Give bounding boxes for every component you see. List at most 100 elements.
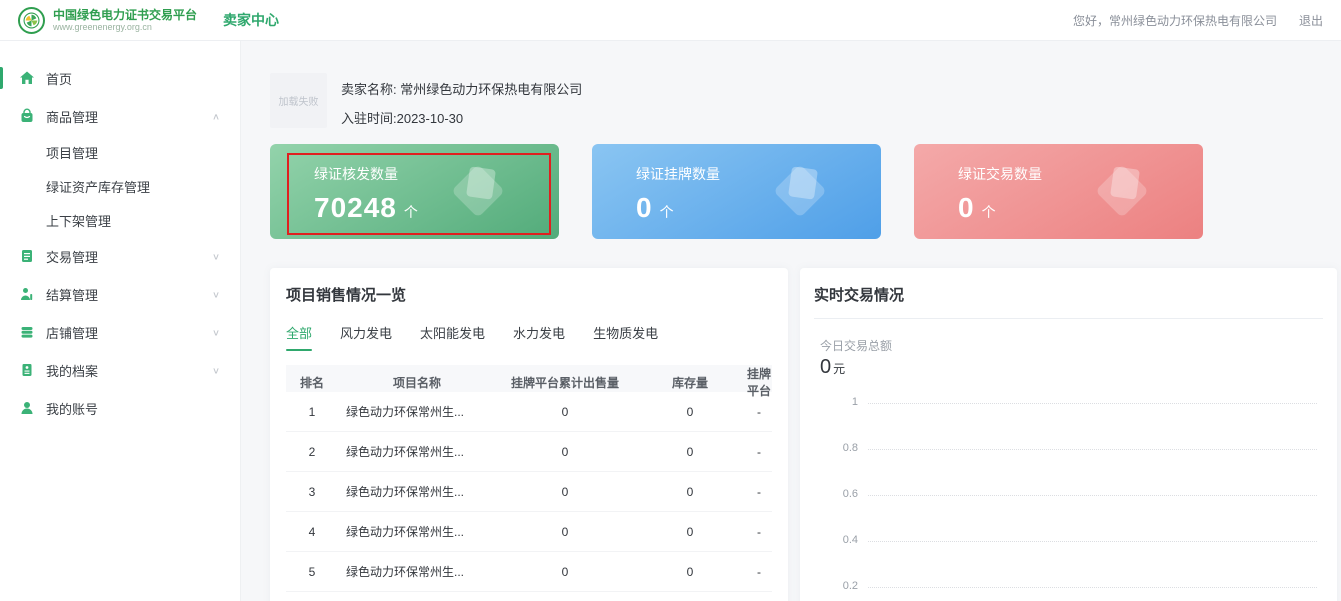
today-total-unit: 元 <box>833 360 845 377</box>
stat-card-certificates-listed[interactable]: 绿证挂牌数量 0 个 <box>592 144 881 239</box>
sidebar-item-settlement-mgmt[interactable]: 结算管理 ∨ <box>0 275 240 313</box>
sidebar-item-label: 项目管理 <box>46 143 98 162</box>
tab-biomass[interactable]: 生物质发电 <box>593 323 658 351</box>
col-header-project-name: 项目名称 <box>338 374 496 391</box>
trade-panel-title: 实时交易情况 <box>814 284 1323 305</box>
stat-card-value: 70248 <box>314 192 397 224</box>
tab-wind[interactable]: 风力发电 <box>340 323 392 351</box>
stat-card-value: 0 <box>958 192 975 224</box>
listing-3d-icon <box>771 162 829 220</box>
gridline <box>868 587 1317 588</box>
main-content: 加载失败 卖家名称: 常州绿色动力环保热电有限公司 入驻时间:2023-10-3… <box>241 41 1341 601</box>
cell-stock: 0 <box>634 485 746 499</box>
cell-rank: 2 <box>286 445 338 459</box>
stat-card-value: 0 <box>636 192 653 224</box>
cell-project-name: 绿色动力环保常州生... <box>338 483 496 500</box>
cell-project-name: 绿色动力环保常州生... <box>338 443 496 460</box>
stat-card-unit: 个 <box>982 202 996 222</box>
stat-card-label: 绿证挂牌数量 <box>636 164 881 184</box>
table-header-row: 排名 项目名称 挂牌平台累计出售量 库存量 挂牌平台 <box>286 365 772 392</box>
stat-card-certificates-issued[interactable]: 绿证核发数量 70248 个 <box>270 144 559 239</box>
top-header: 中国绿色电力证书交易平台 www.greenenergy.org.cn 卖家中心… <box>0 0 1341 41</box>
today-total-label: 今日交易总额 <box>814 337 1323 354</box>
col-header-sold: 挂牌平台累计出售量 <box>496 374 634 391</box>
cell-platform: - <box>746 445 772 459</box>
table-row: 4 绿色动力环保常州生... 0 0 - <box>286 512 772 552</box>
cell-sold: 0 <box>496 445 634 459</box>
cell-sold: 0 <box>496 485 634 499</box>
active-indicator <box>0 67 3 89</box>
user-icon <box>19 400 35 416</box>
user-greeting: 您好，常州绿色动力环保热电有限公司 <box>1073 12 1277 29</box>
gridline <box>868 449 1317 450</box>
sidebar-item-trade-mgmt[interactable]: 交易管理 ∨ <box>0 237 240 275</box>
logout-link[interactable]: 退出 <box>1299 12 1323 29</box>
platform-url: www.greenenergy.org.cn <box>53 22 197 33</box>
platform-logo: 中国绿色电力证书交易平台 www.greenenergy.org.cn <box>18 7 197 34</box>
table-row: 2 绿色动力环保常州生... 0 0 - <box>286 432 772 472</box>
chevron-down-icon: ∨ <box>212 327 220 337</box>
y-axis-tick: 0.6 <box>820 488 868 534</box>
y-axis-tick: 0.4 <box>820 534 868 580</box>
sidebar-item-label: 交易管理 <box>46 247 98 266</box>
tab-solar[interactable]: 太阳能发电 <box>420 323 485 351</box>
stat-card-unit: 个 <box>660 202 674 222</box>
gridline <box>868 495 1317 496</box>
bag-icon <box>19 108 35 124</box>
chevron-down-icon: ∨ <box>212 251 220 261</box>
stat-card-certificates-traded[interactable]: 绿证交易数量 0 个 <box>914 144 1203 239</box>
sidebar-item-shop-mgmt[interactable]: 店铺管理 ∨ <box>0 313 240 351</box>
seller-avatar-broken-image: 加载失败 <box>270 73 327 128</box>
seller-center-label: 卖家中心 <box>223 10 279 30</box>
sidebar-item-home[interactable]: 首页 <box>0 59 240 97</box>
y-axis-tick: 0.2 <box>820 580 868 601</box>
person-chart-icon <box>19 286 35 302</box>
realtime-trade-chart: 1 0.8 0.6 0.4 <box>814 403 1323 601</box>
col-header-rank: 排名 <box>286 374 338 391</box>
sidebar-item-listing-mgmt[interactable]: 上下架管理 <box>0 203 240 237</box>
trade-3d-icon <box>1093 162 1151 220</box>
gridline <box>868 403 1317 404</box>
cell-rank: 5 <box>286 565 338 579</box>
cell-stock: 0 <box>634 445 746 459</box>
archive-card-icon <box>19 362 35 378</box>
divider <box>814 318 1323 319</box>
y-axis-tick: 0.8 <box>820 442 868 488</box>
sidebar-item-products[interactable]: 商品管理 ∧ <box>0 97 240 135</box>
today-total-value: 0 <box>820 356 831 379</box>
sidebar-item-my-archive[interactable]: 我的档案 ∨ <box>0 351 240 389</box>
sidebar-nav: 首页 商品管理 ∧ 项目管理 绿证资产库存管理 上下架管理 <box>0 41 241 601</box>
seller-info-section: 加载失败 卖家名称: 常州绿色动力环保热电有限公司 入驻时间:2023-10-3… <box>270 73 1337 128</box>
gridline <box>868 541 1317 542</box>
sidebar-item-label: 店铺管理 <box>46 323 98 342</box>
cell-stock: 0 <box>634 525 746 539</box>
table-row: 3 绿色动力环保常州生... 0 0 - <box>286 472 772 512</box>
sidebar-item-project-mgmt[interactable]: 项目管理 <box>0 135 240 169</box>
sidebar-item-my-account[interactable]: 我的账号 <box>0 389 240 427</box>
stat-cards-row: 绿证核发数量 70248 个 绿证挂牌数量 0 个 <box>270 144 1337 239</box>
cell-project-name: 绿色动力环保常州生... <box>338 523 496 540</box>
sidebar-item-label: 我的档案 <box>46 361 98 380</box>
cell-rank: 1 <box>286 405 338 419</box>
table-row: 5 绿色动力环保常州生... 0 0 - <box>286 552 772 592</box>
cell-sold: 0 <box>496 525 634 539</box>
cell-platform: - <box>746 565 772 579</box>
energy-type-tabs: 全部 风力发电 太阳能发电 水力发电 生物质发电 <box>286 323 772 351</box>
sidebar-item-label: 上下架管理 <box>46 211 111 230</box>
seller-join-date: 入驻时间:2023-10-30 <box>341 108 582 127</box>
cell-stock: 0 <box>634 405 746 419</box>
col-header-stock: 库存量 <box>634 374 746 391</box>
sidebar-item-label: 商品管理 <box>46 107 98 126</box>
sidebar-item-cert-inventory[interactable]: 绿证资产库存管理 <box>0 169 240 203</box>
sales-panel-title: 项目销售情况一览 <box>286 284 772 305</box>
sidebar-item-label: 结算管理 <box>46 285 98 304</box>
tab-all[interactable]: 全部 <box>286 323 312 351</box>
stat-card-unit: 个 <box>404 202 418 222</box>
cell-platform: - <box>746 485 772 499</box>
chevron-down-icon: ∨ <box>212 365 220 375</box>
tab-hydro[interactable]: 水力发电 <box>513 323 565 351</box>
sidebar-item-label: 绿证资产库存管理 <box>46 177 150 196</box>
cell-project-name: 绿色动力环保常州生... <box>338 403 496 420</box>
cell-stock: 0 <box>634 565 746 579</box>
col-header-platform: 挂牌平台 <box>746 365 772 399</box>
